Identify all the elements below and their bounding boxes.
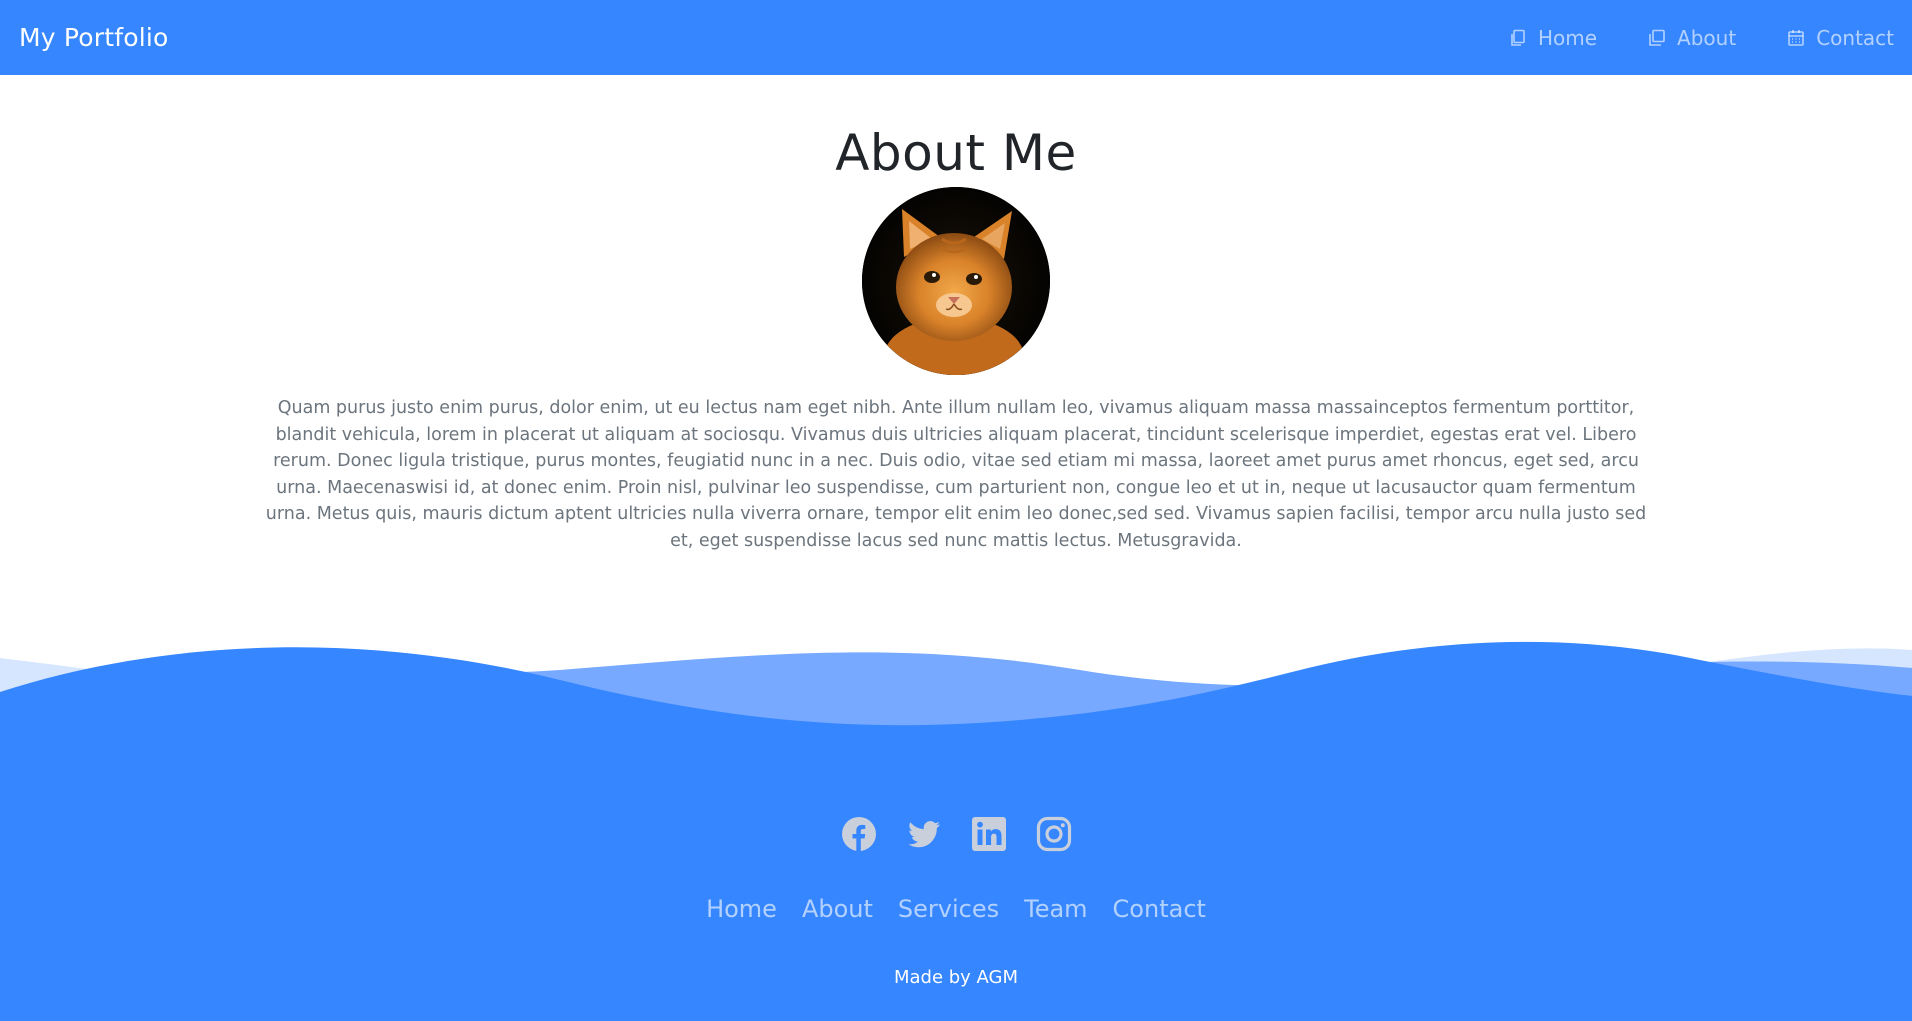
nav-contact-link[interactable]: Contact bbox=[1786, 26, 1894, 50]
kitten-photo bbox=[862, 187, 1050, 375]
avatar bbox=[862, 187, 1050, 375]
footer-link-contact[interactable]: Contact bbox=[1113, 895, 1206, 923]
footer-link-team[interactable]: Team bbox=[1024, 895, 1087, 923]
instagram-icon bbox=[1036, 816, 1071, 852]
nav-about-label: About bbox=[1677, 25, 1737, 50]
top-navbar: My Portfolio Home About Contact bbox=[0, 0, 1912, 75]
footer-link-services[interactable]: Services bbox=[898, 895, 999, 923]
brand-link[interactable]: My Portfolio bbox=[19, 23, 169, 52]
page-title: About Me bbox=[835, 124, 1077, 182]
footer: Home About Services Team Contact Made by… bbox=[0, 640, 1912, 1021]
twitter-icon bbox=[907, 821, 940, 848]
linkedin-icon bbox=[971, 817, 1006, 851]
linkedin-link[interactable] bbox=[971, 816, 1007, 852]
footer-waves bbox=[0, 641, 1912, 760]
calendar-icon bbox=[1788, 29, 1804, 46]
footer-link-home[interactable]: Home bbox=[706, 895, 777, 923]
nav-about-link[interactable]: About bbox=[1647, 26, 1736, 50]
social-links bbox=[0, 816, 1912, 852]
footer-link-about[interactable]: About bbox=[802, 895, 873, 923]
nav-contact-label: Contact bbox=[1816, 25, 1894, 50]
nav-links: Home About Contact bbox=[1458, 26, 1894, 50]
facebook-icon bbox=[841, 817, 876, 851]
documents-icon bbox=[1511, 29, 1525, 46]
about-paragraph: Quam purus justo enim purus, dolor enim,… bbox=[265, 398, 1647, 551]
facebook-link[interactable] bbox=[841, 816, 877, 852]
twitter-link[interactable] bbox=[906, 816, 942, 852]
about-section: About Me Quam purus justo enim purus, do… bbox=[0, 75, 1912, 554]
squares-icon bbox=[1649, 29, 1665, 46]
footer-menu: Home About Services Team Contact bbox=[0, 895, 1912, 923]
nav-home-link[interactable]: Home bbox=[1508, 26, 1597, 50]
nav-home-label: Home bbox=[1537, 25, 1598, 50]
footer-credit: Made by AGM bbox=[893, 967, 1019, 988]
instagram-link[interactable] bbox=[1036, 816, 1072, 852]
